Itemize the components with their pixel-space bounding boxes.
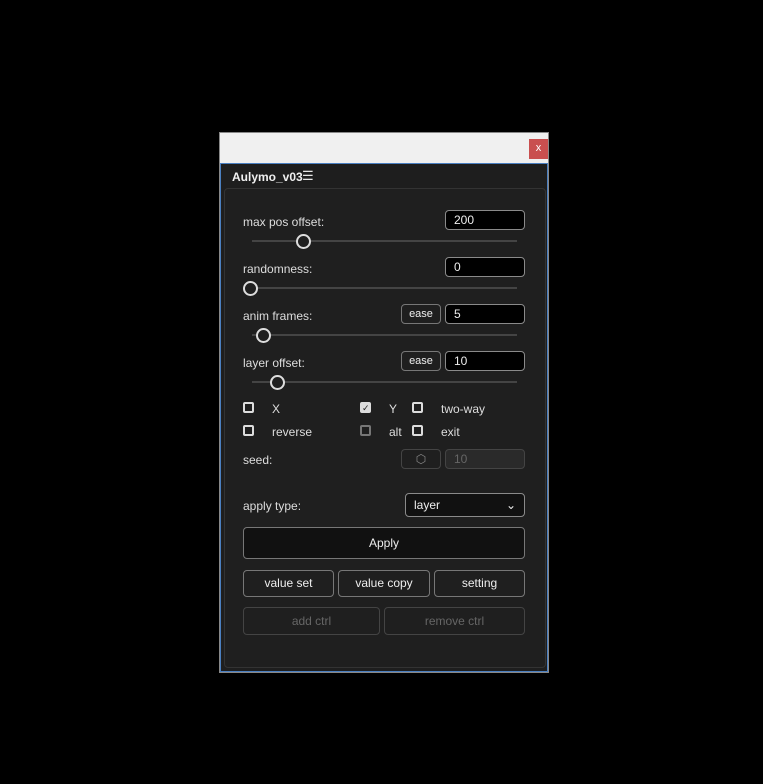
checkbox-label: two-way (441, 402, 486, 416)
value-set-button[interactable]: value set (243, 570, 334, 597)
checkbox-label: Y (389, 402, 398, 416)
slider-value-input[interactable]: 200 (445, 210, 525, 230)
chevron-down-icon: ⌄ (505, 498, 516, 512)
checkbox-two-way[interactable] (412, 402, 423, 413)
slider-thumb[interactable] (296, 234, 311, 249)
slider-track[interactable] (252, 287, 517, 289)
checkbox-label: exit (441, 425, 460, 439)
slider-value-input[interactable]: 10 (445, 351, 525, 371)
remove-ctrl-button[interactable]: remove ctrl (384, 607, 525, 635)
apply-type-select[interactable]: layer ⌄ (405, 493, 525, 517)
slider-track[interactable] (252, 334, 517, 336)
checkbox-label: reverse (272, 425, 313, 439)
dice-icon: ⬡ (415, 452, 427, 466)
checkbox-reverse[interactable] (243, 425, 254, 436)
slider-label: layer offset: (243, 356, 305, 370)
panel-title: Aulymo_v03 (232, 170, 303, 184)
seed-label: seed: (243, 453, 273, 467)
checkbox-alt[interactable] (360, 425, 371, 436)
apply-type-label: apply type: (243, 499, 302, 513)
slider-label: max pos offset: (243, 215, 325, 229)
slider-thumb[interactable] (269, 375, 285, 390)
ease-button[interactable]: ease (401, 304, 441, 324)
slider-track[interactable] (252, 240, 517, 242)
slider-value-input[interactable]: 0 (445, 257, 525, 277)
setting-button[interactable]: setting (434, 570, 525, 597)
add-ctrl-button[interactable]: add ctrl (243, 607, 380, 635)
apply-type-value: layer (414, 498, 441, 512)
slider-label: randomness: (243, 262, 313, 276)
value-copy-button[interactable]: value copy (338, 570, 430, 597)
slider-label: anim frames: (243, 309, 313, 323)
checkbox-label: X (272, 402, 281, 416)
slider-thumb[interactable] (243, 281, 258, 296)
seed-input[interactable]: 10 (445, 449, 525, 469)
checkbox-exit[interactable] (412, 425, 423, 436)
checkbox-Y[interactable]: ✓ (360, 402, 371, 413)
apply-button[interactable]: Apply (243, 527, 525, 559)
checkbox-X[interactable] (243, 402, 254, 413)
checkbox-label: alt (389, 425, 402, 439)
ease-button[interactable]: ease (401, 351, 441, 371)
slider-value-input[interactable]: 5 (445, 304, 525, 324)
slider-track[interactable] (252, 381, 517, 383)
close-button[interactable]: x (529, 139, 548, 159)
randomize-seed-button[interactable]: ⬡ (401, 449, 441, 469)
hamburger-icon[interactable]: ☰ (302, 168, 314, 184)
